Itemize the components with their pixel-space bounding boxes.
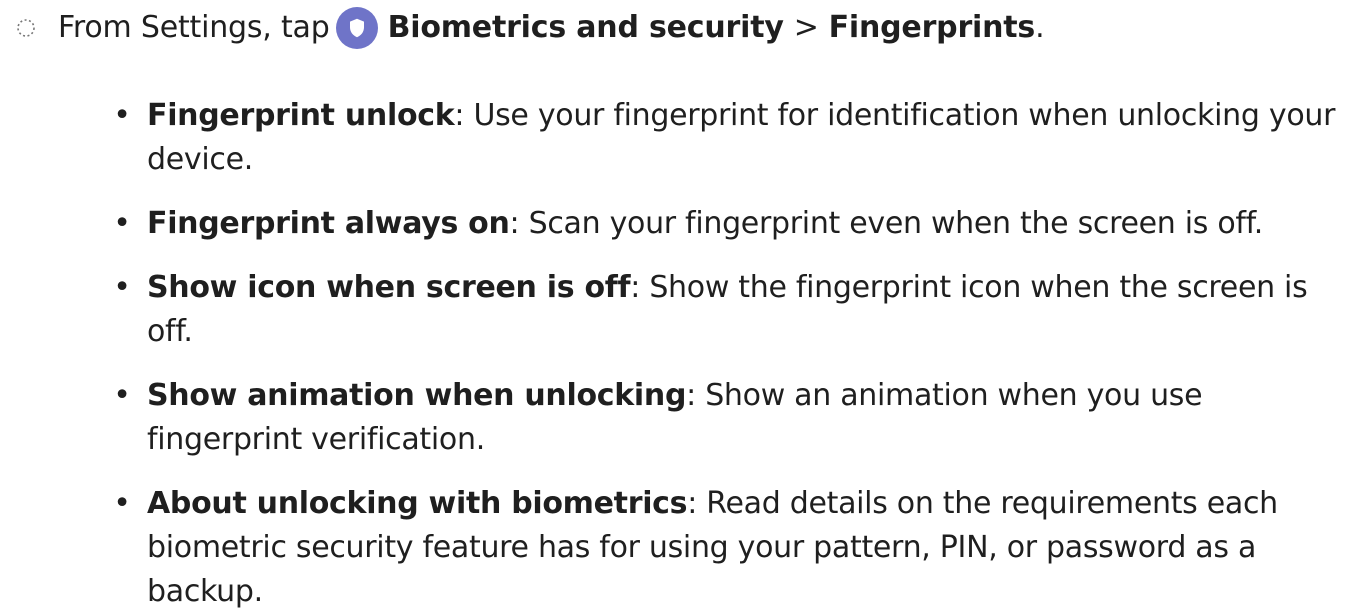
bullet: •	[113, 206, 131, 241]
bullet: •	[113, 378, 131, 413]
list-item-show-animation-unlocking: • Show animation when unlocking: Show an…	[112, 374, 1352, 462]
option-colon: :	[687, 486, 698, 521]
option-title: Fingerprint always on	[147, 206, 510, 241]
fingerprints-menu-label: Fingerprints	[828, 10, 1036, 45]
list-item-about-unlocking-biometrics: • About unlocking with biometrics: Read …	[112, 482, 1352, 609]
bullet: •	[113, 270, 131, 305]
step-suffix: .	[1035, 10, 1045, 45]
option-colon: :	[686, 378, 696, 413]
option-title: Fingerprint unlock	[147, 98, 455, 133]
option-title: Show animation when unlocking	[147, 378, 687, 413]
list-item-show-icon-screen-off: • Show icon when screen is off: Show the…	[112, 266, 1352, 354]
menu-separator: >	[793, 10, 819, 45]
shield-icon	[335, 7, 378, 49]
biometrics-security-menu-label: Biometrics and security	[387, 10, 784, 45]
step-prefix: From Settings, tap	[58, 10, 330, 45]
option-title: About unlocking with biometrics	[147, 486, 688, 521]
option-description: Scan your fingerprint even when the scre…	[519, 206, 1264, 241]
option-title: Show icon when screen is off	[147, 270, 631, 305]
settings-step-text: From Settings, tap Biometrics and securi…	[58, 6, 1045, 50]
option-colon: :	[630, 270, 641, 305]
settings-step: From Settings, tap Biometrics and securi…	[0, 6, 1045, 50]
bullet: •	[113, 98, 131, 133]
dotted-circle-icon	[0, 6, 46, 50]
option-colon: :	[454, 98, 465, 133]
option-colon: :	[509, 206, 520, 241]
bullet: •	[113, 486, 131, 521]
fingerprint-options-list: • Fingerprint unlock: Use your fingerpri…	[112, 94, 1352, 609]
list-item-fingerprint-unlock: • Fingerprint unlock: Use your fingerpri…	[112, 94, 1352, 182]
list-item-fingerprint-always-on: • Fingerprint always on: Scan your finge…	[112, 202, 1352, 246]
